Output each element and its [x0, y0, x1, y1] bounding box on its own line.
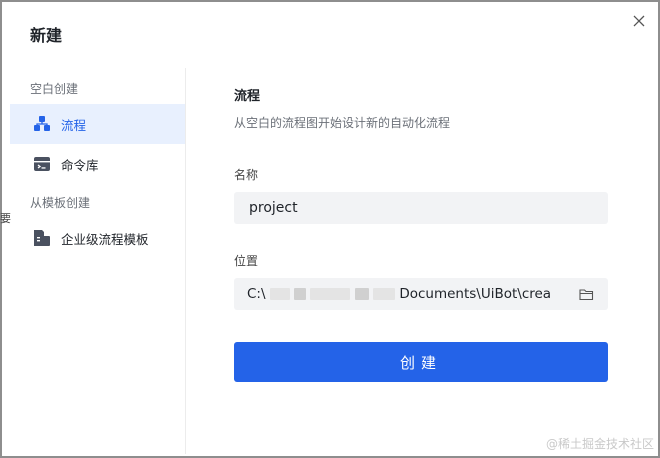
sidebar-item-library[interactable]: 命令库: [10, 144, 185, 184]
sidebar-item-label: 企业级流程模板: [61, 231, 149, 247]
redacted-segment: [269, 288, 290, 300]
sidebar-group-blank: 空白创建: [30, 82, 79, 96]
sidebar-item-enterprise-template[interactable]: 企业级流程模板: [10, 218, 185, 258]
library-icon: [32, 154, 52, 174]
sidebar-item-label: 命令库: [61, 157, 99, 173]
redacted-segment: [354, 288, 369, 300]
sidebar-item-flow[interactable]: 流程: [10, 104, 185, 144]
redacted-segment: [373, 288, 396, 300]
name-input[interactable]: [247, 199, 595, 217]
template-icon: [32, 228, 52, 248]
location-prefix: C:\: [247, 286, 266, 302]
location-label: 位置: [234, 254, 259, 268]
location-field[interactable]: C:\ Documents\UiBot\crea: [234, 278, 608, 310]
redacted-segment: [294, 288, 307, 300]
flowchart-icon: [32, 114, 52, 134]
location-path[interactable]: C:\ Documents\UiBot\crea: [247, 286, 577, 302]
section-title: 流程: [234, 89, 261, 104]
folder-icon: [578, 288, 593, 300]
watermark: @稀土掘金技术社区: [545, 437, 654, 451]
close-button[interactable]: [628, 10, 650, 32]
name-label: 名称: [234, 168, 259, 182]
browse-folder-button[interactable]: [577, 285, 595, 303]
close-icon: [633, 15, 645, 27]
sidebar-group-template: 从模板创建: [30, 196, 91, 210]
sidebar: 空白创建 流程 命令库 从模板创建 企业级流程模板: [0, 68, 186, 454]
section-subtitle: 从空白的流程图开始设计新的自动化流程: [234, 116, 451, 130]
sidebar-item-label: 流程: [61, 117, 87, 133]
create-button[interactable]: 创建: [234, 342, 608, 382]
dialog-title: 新建: [30, 26, 63, 45]
location-suffix: Documents\UiBot\crea: [399, 286, 552, 302]
name-field[interactable]: [234, 192, 608, 224]
redacted-segment: [310, 288, 351, 300]
